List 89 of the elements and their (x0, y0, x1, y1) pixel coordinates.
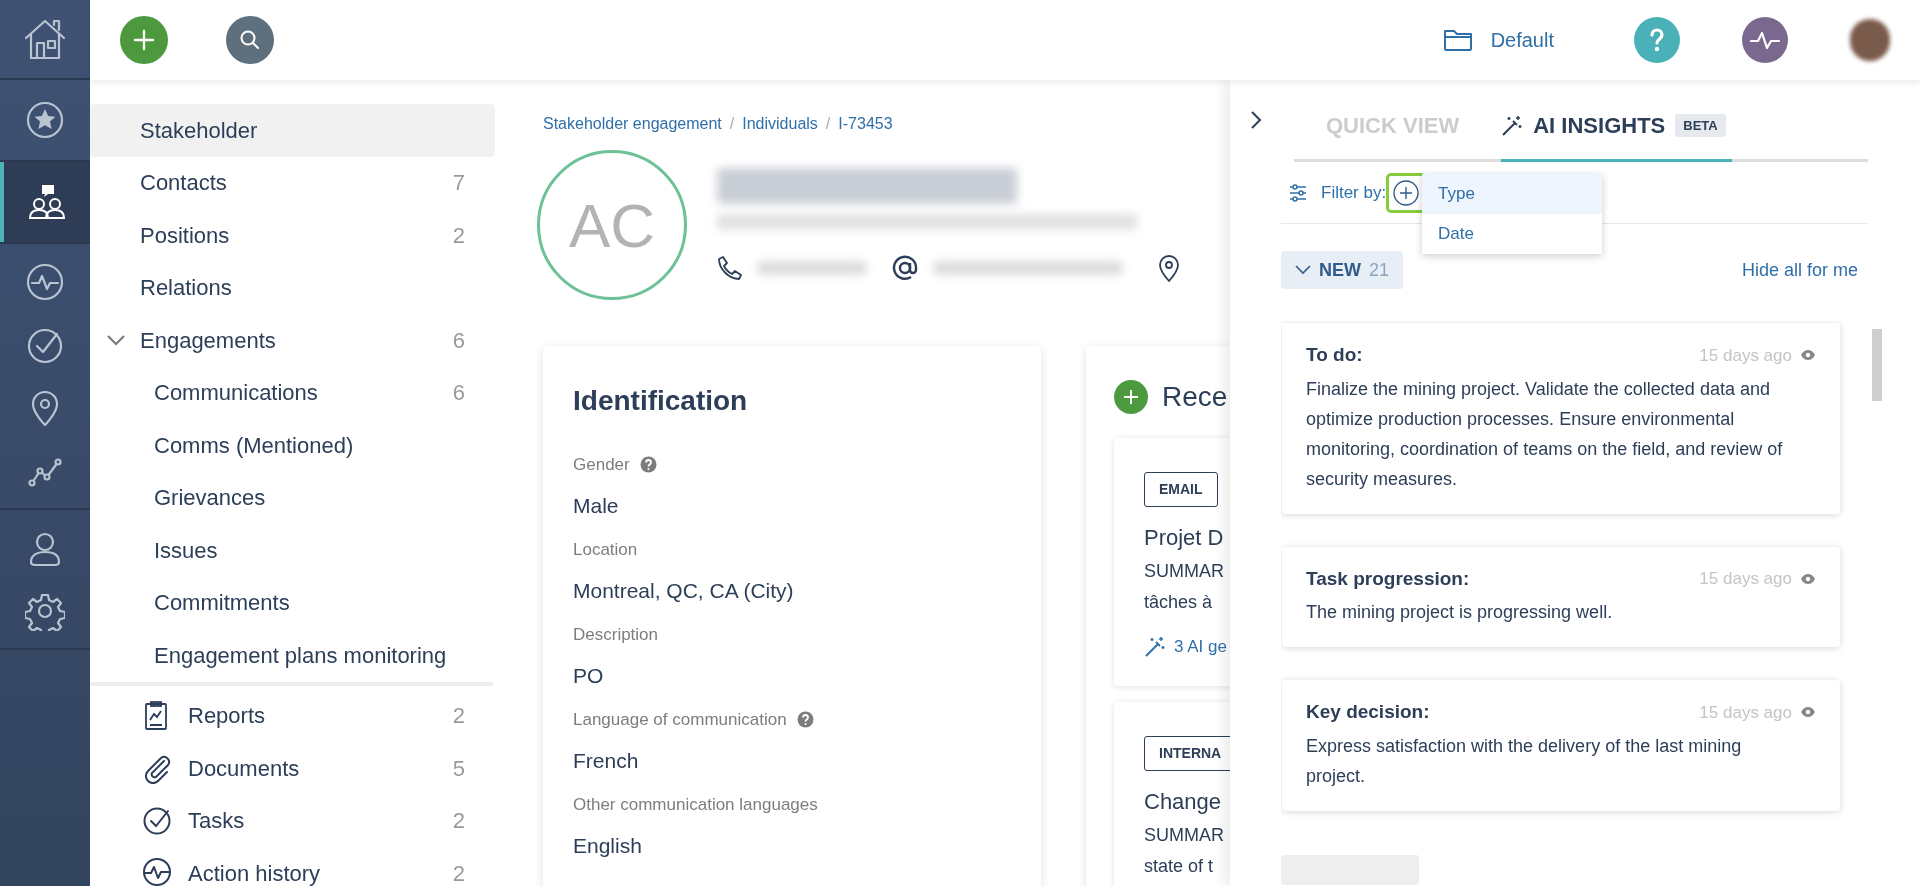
hide-all-link[interactable]: Hide all for me (1741, 256, 1858, 284)
card-title: Rece (1162, 380, 1228, 414)
menu-item[interactable]: Type (1422, 174, 1602, 214)
plus-icon (133, 29, 155, 51)
insight-time: 15 days ago (1699, 568, 1792, 590)
field-value: English (573, 832, 643, 859)
pulse-icon (1750, 30, 1780, 50)
chevron-right-icon (1250, 110, 1262, 130)
section-toggle[interactable]: NEW 21 (1281, 251, 1404, 289)
type-tag: EMAIL (1144, 472, 1218, 507)
communication-title: Change (1144, 787, 1223, 816)
magic-wand-icon (1144, 635, 1166, 658)
field-label: Description (573, 624, 659, 646)
plus-icon (1123, 389, 1139, 405)
summary-text: tâches à (1144, 591, 1214, 614)
nav-item[interactable]: Engagements 6 (90, 314, 495, 367)
nav-item[interactable]: Engagement plans monitoring (90, 629, 495, 682)
field-value: French (573, 747, 640, 774)
search-icon (239, 29, 261, 51)
insight-time: 15 days ago (1699, 701, 1792, 724)
insight-text: Finalize the mining project. Validate the collected data and optimize production processes. Ensure environmental monitoring, coordination of teams on the field, and review of security measures. (1306, 377, 1784, 491)
activity-icon[interactable] (25, 261, 65, 302)
field-label: Gender (573, 454, 630, 476)
activity-icon (142, 857, 172, 886)
eye-icon (1800, 572, 1816, 585)
breadcrumb-link[interactable]: I-73453 (838, 112, 893, 136)
insight-title: Key decision: (1306, 700, 1430, 724)
magic-wand-icon (1501, 114, 1524, 137)
breadcrumb-link[interactable]: Individuals (742, 112, 818, 136)
nav-item[interactable]: Grievances (90, 471, 495, 524)
help-button[interactable] (1634, 17, 1680, 63)
nav-item[interactable]: Action history 2 (90, 847, 495, 886)
communication-card[interactable]: INTERNA Change SUMMAR state of t (1114, 701, 1230, 886)
sliders-icon (1289, 183, 1307, 202)
summary-text: SUMMAR (1144, 823, 1225, 847)
insight-text: Express satisfaction with the delivery of the last mining project. (1306, 734, 1743, 788)
at-sign-icon (891, 254, 919, 282)
field-value: PO (573, 662, 605, 689)
chevron-icon (106, 334, 126, 347)
nav-item[interactable]: Issues (90, 524, 495, 577)
breadcrumb-link[interactable]: Stakeholder engagement (543, 112, 722, 136)
initials-avatar: AC (537, 150, 687, 300)
scrollbar-thumb[interactable] (1872, 329, 1882, 401)
nav-item[interactable]: Stakeholder (90, 104, 495, 157)
nav-item[interactable]: Documents 5 (90, 742, 495, 795)
people-chat-icon (27, 182, 67, 222)
field-label: Language of communication (573, 709, 787, 731)
activity-button[interactable] (1742, 17, 1788, 63)
nav-item[interactable]: Reports 2 (90, 689, 495, 742)
workspace-button[interactable]: Default (1442, 25, 1554, 55)
insight-text: The mining project is progressing well. (1306, 601, 1614, 624)
insight-title: To do: (1306, 343, 1363, 367)
nav-item[interactable]: Tasks 2 (90, 794, 495, 847)
nav-item[interactable]: Positions 2 (90, 209, 495, 262)
nav-item[interactable]: Commitments (90, 576, 495, 629)
communication-card[interactable]: EMAIL Projet D SUMMAR tâches à 3 AI ge (1114, 438, 1230, 686)
breadcrumb-separator: / (729, 114, 735, 134)
menu-item[interactable]: Date (1422, 214, 1602, 254)
eye-icon (1800, 706, 1816, 719)
search-button[interactable] (226, 16, 274, 64)
nav-item[interactable]: Comms (Mentioned) (90, 419, 495, 472)
add-button[interactable] (120, 16, 168, 64)
field-value: Male (573, 492, 620, 519)
card-title: Identification (573, 384, 749, 418)
location-pin-icon (1157, 254, 1181, 282)
insight-title: Task progression: (1306, 566, 1470, 591)
nav-item[interactable]: Communications 6 (90, 366, 495, 419)
user-avatar[interactable] (1850, 19, 1890, 61)
breadcrumb-separator: / (825, 114, 831, 134)
field-label: Other communication languages (573, 794, 818, 816)
insight-time: 15 days ago (1699, 344, 1792, 367)
field-value: Montreal, QC, CA (City) (573, 577, 795, 604)
nav-item[interactable]: Contacts 7 (90, 156, 495, 209)
plus-circle-icon (1393, 179, 1420, 206)
eye-icon (1800, 349, 1816, 362)
folder-icon (1442, 28, 1473, 52)
panel-tab[interactable]: AI INSIGHTS BETA (1501, 92, 1732, 162)
beta-badge: BETA (1675, 113, 1726, 138)
summary-text: SUMMAR (1144, 560, 1225, 583)
chevron-icon (1295, 265, 1311, 275)
summary-text: state of t (1144, 854, 1215, 878)
communication-title: Projet D (1144, 524, 1225, 552)
ai-insights-link[interactable]: 3 AI ge (1144, 634, 1230, 660)
phone-icon (717, 255, 743, 281)
add-button[interactable] (1114, 380, 1148, 414)
filter-label: Filter by: (1321, 181, 1387, 204)
rail-item[interactable] (0, 162, 90, 242)
nav-item[interactable]: Relations (90, 261, 495, 314)
field-label: Location (573, 539, 638, 561)
